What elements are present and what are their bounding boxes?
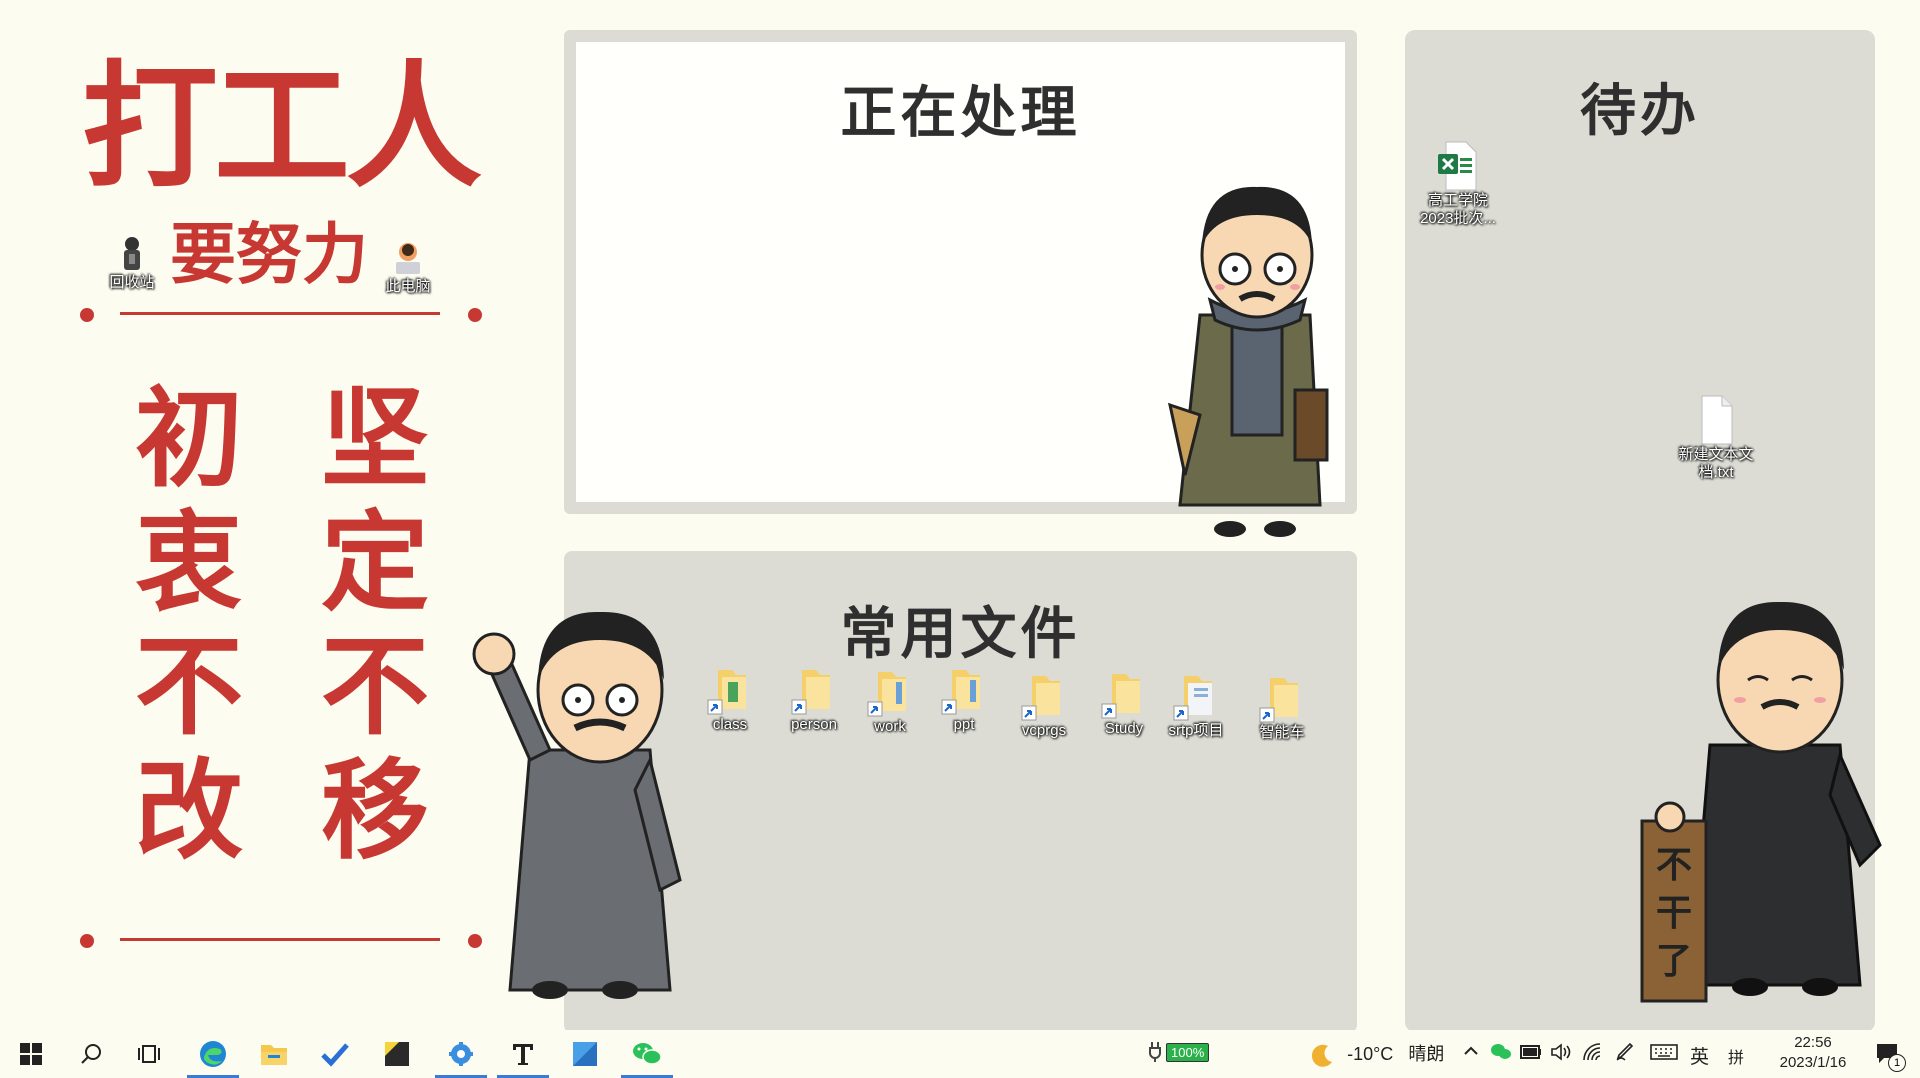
weather-widget[interactable]: -10°C 晴朗 (1308, 1040, 1444, 1070)
wifi-icon (1583, 1043, 1601, 1061)
taskbar-clock[interactable]: 22:56 2023/1/16 (1768, 1033, 1858, 1073)
panel-todo-title: 待办 (1580, 79, 1700, 144)
sticky-note-icon (385, 1042, 409, 1066)
folder-icon (941, 670, 980, 715)
notification-center-button[interactable]: 1 (1874, 1040, 1906, 1072)
tray-keyboard[interactable] (1650, 1044, 1678, 1064)
taskbar: 100% -10°C 晴朗 英 拼 22:56 2023/1/16 1 (0, 1030, 1920, 1078)
desktop-icon-this-pc[interactable]: 此电脑 (362, 238, 454, 296)
start-button[interactable] (2, 1030, 60, 1078)
todo-file-text[interactable]: 新建文本文档.txt (1670, 394, 1762, 482)
weather-temp: -10°C (1347, 1044, 1394, 1064)
divider-dot (80, 934, 94, 948)
folder-icon (791, 670, 830, 715)
raised-fist-man-illustration (472, 611, 682, 999)
taskbar-app-typora[interactable] (494, 1030, 552, 1078)
folder-shortcut-vcprgs[interactable]: vcprgs (998, 670, 1090, 740)
battery-indicator[interactable]: 100% (1148, 1042, 1210, 1062)
todo-file-excel[interactable]: 高工学院2023批次... (1412, 140, 1504, 228)
tray-battery[interactable] (1520, 1044, 1542, 1063)
desktop-icon-recycle-bin[interactable]: 回收站 (86, 234, 178, 292)
taskbar-app-paint[interactable] (556, 1030, 614, 1078)
panel-processing-title: 正在处理 (840, 81, 1081, 146)
divider-dot (468, 308, 482, 322)
show-hidden-icons-button[interactable] (1462, 1042, 1480, 1065)
quit-sign-char: 不 (1656, 845, 1692, 886)
man-with-quit-sign-illustration: 不 干 了 (1640, 601, 1882, 1003)
folder-icon (1259, 678, 1298, 723)
weather-desc: 晴朗 (1408, 1044, 1445, 1064)
divider-dot (80, 308, 94, 322)
ime-mode-toggle[interactable]: 拼 (1728, 1044, 1744, 1068)
text-file-icon (1701, 395, 1733, 445)
folder-shortcut-ppt[interactable]: ppt (918, 664, 1010, 734)
task-view-button[interactable] (120, 1030, 178, 1078)
motto-left: 初 衷 不 改 (134, 377, 243, 874)
gear-icon (449, 1042, 473, 1066)
windows-start-icon (20, 1043, 42, 1065)
taskbar-app-edge[interactable] (184, 1030, 242, 1078)
moon-icon (1311, 1044, 1332, 1067)
tray-pen[interactable] (1614, 1042, 1636, 1066)
recycle-bin-icon (124, 237, 140, 270)
divider-bottom (120, 938, 440, 941)
taskbar-app-settings-tool[interactable] (432, 1030, 490, 1078)
power-plug-icon (1149, 1042, 1161, 1062)
notification-count-badge: 1 (1888, 1054, 1906, 1072)
motto-right: 坚 定 不 移 (320, 377, 429, 874)
search-icon (81, 1044, 101, 1064)
checkmark-icon (321, 1043, 349, 1067)
battery-icon (1520, 1045, 1541, 1059)
divider-top (120, 312, 440, 315)
wechat-icon (1491, 1044, 1511, 1059)
tray-network[interactable] (1582, 1042, 1604, 1066)
chevron-up-icon (1464, 1046, 1478, 1055)
speaker-icon (1551, 1043, 1571, 1061)
folder-shortcut-smart-car[interactable]: 智能车 (1236, 672, 1328, 742)
folder-icon (1101, 674, 1140, 719)
keyboard-icon (1650, 1044, 1678, 1060)
scholar-with-umbrella-illustration (1167, 186, 1329, 537)
wallpaper-title: 打工人 (82, 49, 482, 207)
battery-percent: 100% (1166, 1042, 1210, 1062)
this-pc-icon (396, 243, 420, 274)
tray-volume[interactable] (1550, 1042, 1572, 1066)
quit-sign-char: 干 (1656, 893, 1692, 934)
taskbar-app-wechat[interactable] (618, 1030, 676, 1078)
search-button[interactable] (62, 1030, 120, 1078)
wallpaper-subtitle: 要努力 (170, 216, 368, 293)
folder-icon (867, 672, 906, 717)
folder-shortcut-srtp[interactable]: srtp项目 (1150, 670, 1242, 740)
task-view-icon (138, 1045, 160, 1063)
folder-icon (1173, 676, 1212, 721)
taskbar-app-sticky-notes[interactable] (368, 1030, 426, 1078)
excel-file-icon (1438, 141, 1477, 191)
paint-icon (573, 1042, 597, 1066)
taskbar-app-todo[interactable] (306, 1030, 364, 1078)
pen-icon (1616, 1042, 1634, 1061)
typora-icon (513, 1044, 533, 1065)
ime-language-toggle[interactable]: 英 (1690, 1042, 1709, 1069)
tray-wechat[interactable] (1490, 1042, 1512, 1066)
folder-icon (1021, 676, 1060, 721)
edge-browser-icon (200, 1041, 226, 1067)
quit-sign-char: 了 (1656, 941, 1692, 982)
clock-date: 2023/1/16 (1779, 1054, 1847, 1071)
clock-time: 22:56 (1794, 1034, 1832, 1051)
folder-icon (707, 670, 746, 715)
folder-icon (261, 1045, 287, 1065)
wechat-icon (633, 1043, 662, 1065)
taskbar-app-file-explorer[interactable] (245, 1030, 303, 1078)
